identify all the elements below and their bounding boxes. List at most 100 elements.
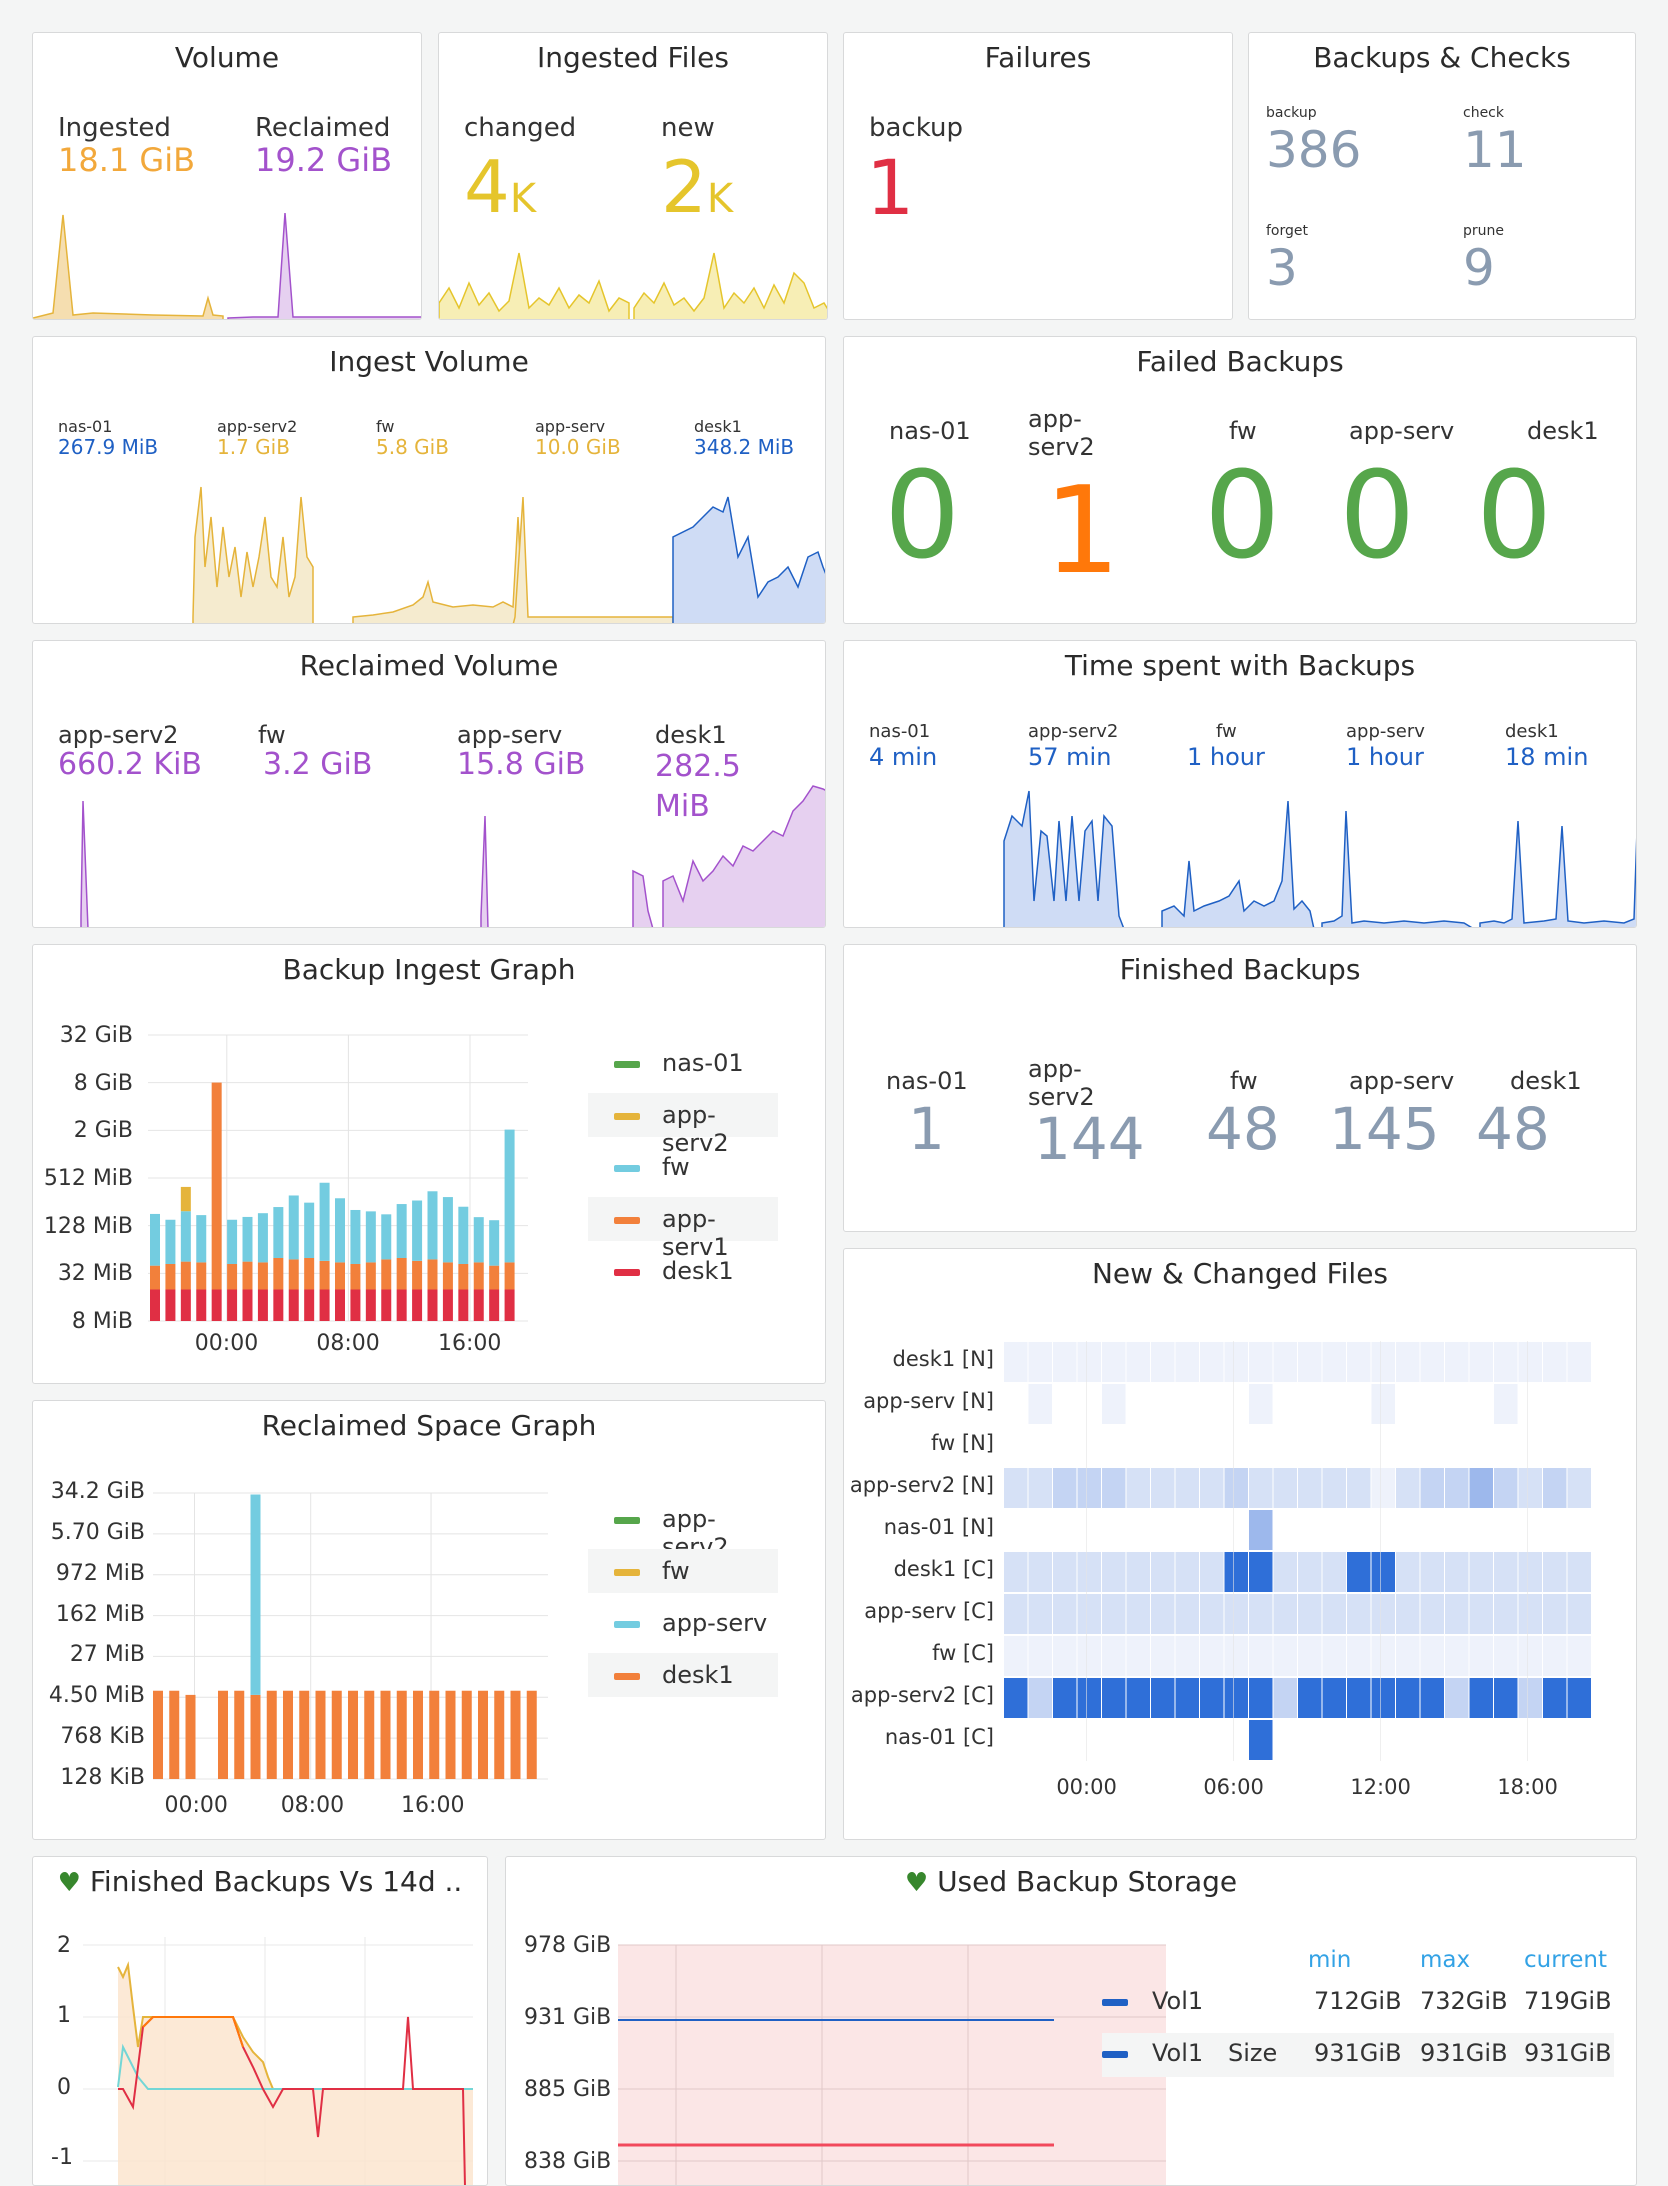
series-name: Vol1	[1152, 2039, 1204, 2067]
heatmap-cell	[1224, 1678, 1248, 1718]
heatmap-row-label: desk1 [C]	[893, 1557, 994, 1581]
bar-desk1	[396, 1289, 407, 1321]
host-label: app-serv	[457, 721, 563, 749]
bar-desk1	[153, 1690, 163, 1779]
heatmap-cell	[1543, 1510, 1567, 1550]
x-tick: 16:00	[438, 1331, 502, 1356]
bar-fw	[458, 1206, 469, 1264]
legend-item[interactable]: desk1	[588, 1653, 778, 1697]
heatmap-cell	[1494, 1510, 1518, 1550]
heatmap-cell	[1347, 1384, 1371, 1424]
heatmap-cell	[1102, 1426, 1126, 1466]
bar-app-serv1	[242, 1261, 253, 1290]
heatmap-cell	[1077, 1468, 1101, 1508]
y-tick: 27 MiB	[69, 1642, 145, 1668]
heatmap-cell	[1518, 1384, 1542, 1424]
heatmap-cell	[1249, 1384, 1273, 1424]
heatmap-cell	[1469, 1426, 1493, 1466]
heatmap-cell	[1322, 1594, 1346, 1634]
host-label: app-serv	[1349, 1067, 1455, 1095]
heatmap-cell	[1494, 1468, 1518, 1508]
heatmap-cell	[1347, 1594, 1371, 1634]
reclaimed-volume-panel: Reclaimed Volume app-serv2 660.2 KiB fw …	[32, 640, 826, 928]
heatmap-cell	[1126, 1636, 1150, 1676]
bar-desk1	[234, 1690, 245, 1779]
heatmap-cell	[1028, 1510, 1052, 1550]
legend-item[interactable]: fw	[588, 1549, 778, 1593]
heatmap-cell	[1567, 1468, 1591, 1508]
legend-row[interactable]: Vol1 Size 931GiB 931GiB 931GiB	[1102, 2033, 1614, 2077]
heatmap-cell	[1102, 1594, 1126, 1634]
heatmap-cell	[1543, 1426, 1567, 1466]
heatmap-cell	[1273, 1510, 1297, 1550]
bar-desk1	[429, 1690, 440, 1779]
heatmap-cell	[1273, 1594, 1297, 1634]
legend-item[interactable]: fw	[588, 1145, 778, 1189]
bar-app-serv1	[288, 1259, 299, 1290]
y-tick: 978 GiB	[524, 1933, 612, 1958]
bar-app-serv1	[335, 1262, 345, 1290]
bar-desk1	[458, 1289, 469, 1321]
legend-item[interactable]: app-serv2	[588, 1093, 778, 1157]
legend-item[interactable]: app-serv	[588, 1601, 778, 1645]
bar-app-serv1	[165, 1263, 176, 1290]
heatmap-cell	[1273, 1720, 1297, 1760]
heatmap-cell	[1567, 1426, 1591, 1466]
heatmap-cell	[1567, 1594, 1591, 1634]
bar-desk1	[364, 1690, 375, 1779]
series-max: 931GiB	[1420, 2039, 1508, 2067]
y-tick: 128 MiB	[43, 1213, 133, 1239]
heart-icon: ♥	[57, 1868, 81, 1898]
legend-item[interactable]: app-serv2	[588, 1497, 778, 1561]
heatmap-cell	[1371, 1384, 1395, 1424]
heatmap-cell	[1371, 1594, 1395, 1634]
y-tick: 128 KiB	[60, 1765, 145, 1790]
legend-row[interactable]: Vol1 712GiB 732GiB 719GiB	[1102, 1981, 1614, 2025]
heatmap-cell	[1396, 1384, 1420, 1424]
heatmap-cell	[1028, 1678, 1052, 1718]
heatmap-cell	[1420, 1678, 1444, 1718]
series-color-swatch	[614, 1217, 640, 1224]
finished-vs-chart	[83, 1937, 473, 2185]
heatmap-cell	[1151, 1594, 1175, 1634]
bar-desk1	[380, 1690, 391, 1779]
backup-count-label: backup	[1266, 105, 1317, 121]
heatmap-cell	[1126, 1720, 1150, 1760]
bar-fw	[473, 1217, 484, 1263]
bar-app-serv1	[196, 1262, 207, 1290]
heatmap-cell	[1053, 1636, 1077, 1676]
heatmap-row-label: desk1 [N]	[892, 1347, 994, 1371]
heatmap-cell	[1053, 1384, 1077, 1424]
heatmap-cell	[1028, 1384, 1052, 1424]
x-tick: 00:00	[194, 1331, 259, 1356]
bar-fw	[242, 1216, 253, 1262]
heatmap-cell	[1396, 1552, 1420, 1592]
legend-item[interactable]: app-serv1	[588, 1197, 778, 1261]
host-label: app-serv2	[1028, 721, 1119, 742]
heatmap-cell	[1249, 1510, 1273, 1550]
bar-desk1	[150, 1289, 160, 1321]
heatmap-cell	[1053, 1594, 1077, 1634]
heatmap-cell	[1077, 1384, 1101, 1424]
heatmap-cell	[1494, 1342, 1518, 1382]
bar-fw	[504, 1129, 515, 1263]
heatmap-cell	[1175, 1678, 1199, 1718]
legend-item[interactable]: nas-01	[588, 1041, 778, 1085]
failed-count: 0	[884, 447, 961, 586]
heatmap-cell	[1126, 1510, 1150, 1550]
legend-item[interactable]: desk1	[588, 1249, 778, 1293]
forget-count-label: forget	[1266, 223, 1308, 239]
panel-title: Backups & Checks	[1313, 41, 1571, 74]
heatmap-row-label: nas-01 [N]	[883, 1515, 994, 1539]
bar-desk1	[185, 1694, 196, 1779]
y-tick: 2 GiB	[73, 1118, 133, 1144]
heatmap-cell	[1077, 1426, 1101, 1466]
heatmap-cell	[1249, 1426, 1273, 1466]
bar-desk1	[257, 1289, 268, 1321]
heatmap-cell	[1420, 1636, 1444, 1676]
bar-desk1	[218, 1690, 228, 1779]
heatmap-cell	[1494, 1426, 1518, 1466]
y-tick: 931 GiB	[524, 2005, 612, 2030]
finished-backups-panel: Finished Backups nas-01 1 app- serv2 144…	[843, 944, 1637, 1232]
heatmap-cell	[1567, 1720, 1591, 1760]
